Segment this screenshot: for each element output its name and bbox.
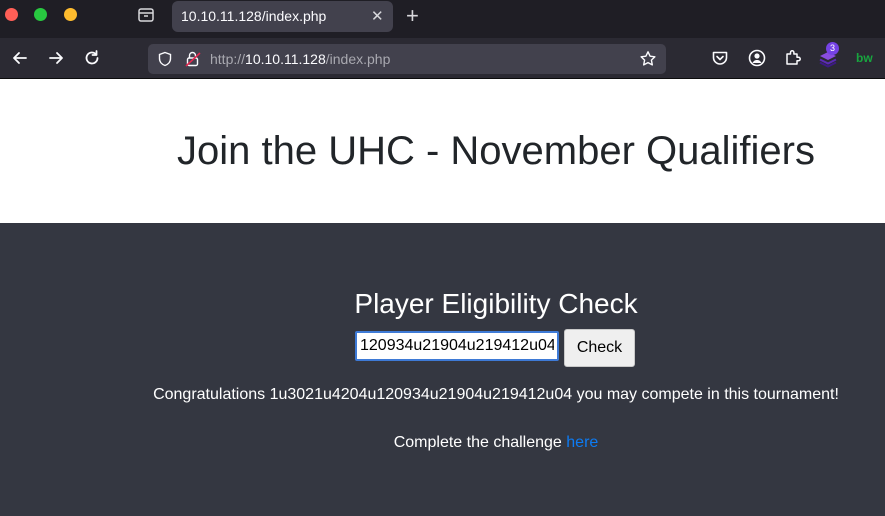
extension-badge: 3 bbox=[826, 42, 839, 55]
pocket-icon[interactable] bbox=[710, 48, 730, 68]
url-path: /index.php bbox=[325, 51, 391, 67]
window-close-button[interactable] bbox=[5, 8, 18, 21]
active-tab[interactable]: 10.10.11.128/index.php ✕ bbox=[172, 1, 393, 32]
url-text[interactable]: http://10.10.11.128/index.php bbox=[210, 51, 390, 67]
reload-icon[interactable] bbox=[82, 48, 102, 68]
forward-arrow-icon[interactable] bbox=[46, 48, 66, 68]
url-bar[interactable]: http://10.10.11.128/index.php bbox=[148, 44, 666, 74]
account-icon[interactable] bbox=[747, 48, 767, 68]
back-arrow-icon[interactable] bbox=[10, 48, 30, 68]
challenge-text: Complete the challenge bbox=[393, 434, 567, 451]
player-id-input[interactable] bbox=[355, 331, 559, 361]
bitwarden-icon[interactable]: bw bbox=[856, 51, 873, 65]
tab-bar: 10.10.11.128/index.php ✕ + bbox=[0, 0, 885, 38]
plus-icon[interactable]: + bbox=[406, 3, 419, 29]
window-zoom-button[interactable] bbox=[34, 8, 47, 21]
url-host: 10.10.11.128 bbox=[245, 51, 326, 67]
shield-icon[interactable] bbox=[157, 51, 173, 72]
tab-overview-icon[interactable] bbox=[137, 6, 155, 24]
check-button[interactable]: Check bbox=[564, 329, 635, 367]
challenge-prompt: Complete the challenge here bbox=[0, 434, 885, 452]
insecure-lock-icon[interactable] bbox=[184, 50, 202, 73]
page-title: Join the UHC - November Qualifiers bbox=[177, 129, 815, 173]
page-header: Join the UHC - November Qualifiers bbox=[0, 79, 885, 223]
navigation-bar: http://10.10.11.128/index.php 3 bw bbox=[0, 38, 885, 79]
challenge-link[interactable]: here bbox=[566, 434, 598, 451]
close-icon[interactable]: ✕ bbox=[371, 7, 384, 25]
form-heading: Player Eligibility Check bbox=[354, 288, 638, 319]
star-icon[interactable] bbox=[639, 50, 657, 73]
tab-title: 10.10.11.128/index.php bbox=[181, 8, 327, 24]
result-message: Congratulations 1u3021u4204u120934u21904… bbox=[153, 386, 839, 403]
extensions-icon[interactable] bbox=[783, 48, 803, 68]
url-scheme: http:// bbox=[210, 51, 246, 67]
eligibility-section: Player Eligibility Check Check Congratul… bbox=[0, 223, 885, 516]
window-minimize-button[interactable] bbox=[64, 8, 77, 21]
